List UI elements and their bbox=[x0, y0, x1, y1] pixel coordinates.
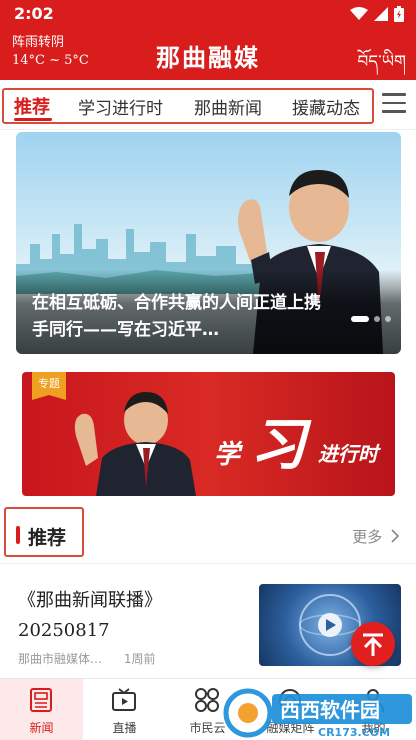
scroll-to-top-button[interactable] bbox=[351, 622, 395, 666]
app-title: 那曲融媒 bbox=[156, 44, 260, 72]
section-divider bbox=[0, 563, 416, 564]
battery-icon bbox=[394, 6, 404, 22]
newspaper-icon bbox=[30, 688, 52, 712]
app-header: 阵雨转阴 14°C ~ 5°C 那曲融媒 བོད་ཡིག bbox=[0, 28, 416, 80]
headline-carousel[interactable]: 在相互砥砺、合作共赢的人间正道上携手同行——写在习近平… bbox=[16, 132, 401, 354]
tab-recommend[interactable]: 推荐 bbox=[14, 93, 50, 119]
carousel-dot-active[interactable] bbox=[351, 316, 369, 322]
nav-news-label: 新闻 bbox=[29, 721, 54, 735]
channel-menu-button[interactable] bbox=[382, 93, 406, 115]
topic-logo-xue: 学 bbox=[214, 440, 241, 470]
signal-icon bbox=[374, 7, 388, 21]
menu-icon-bar bbox=[382, 101, 406, 104]
nav-live[interactable]: 直播 bbox=[83, 679, 166, 740]
special-topic-banner[interactable]: 专题 学 习 进行时 bbox=[22, 372, 395, 496]
carousel-dot[interactable] bbox=[374, 316, 380, 322]
topic-logo: 学 习 进行时 bbox=[214, 400, 384, 478]
nav-news[interactable]: 新闻 bbox=[0, 679, 83, 740]
wifi-icon bbox=[350, 7, 368, 20]
nav-live-label: 直播 bbox=[112, 721, 137, 735]
news-meta: 那曲市融媒体… 1周前 bbox=[18, 650, 155, 667]
carousel-indicator bbox=[351, 316, 391, 322]
category-tab-bar: 推荐 学习进行时 那曲新闻 援藏动态 bbox=[0, 80, 416, 130]
news-time: 1周前 bbox=[123, 652, 156, 666]
carousel-dot[interactable] bbox=[385, 316, 391, 322]
tab-study[interactable]: 学习进行时 bbox=[78, 94, 163, 119]
watermark-domain: CR173.COM bbox=[318, 726, 390, 739]
news-title[interactable]: 《那曲新闻联播》20250817 bbox=[18, 586, 238, 646]
watermark-brand: 西西软件园 bbox=[280, 698, 380, 722]
status-bar: 2:02 bbox=[0, 0, 416, 28]
menu-icon-bar bbox=[382, 110, 406, 113]
section-title: 推荐 bbox=[28, 527, 67, 549]
chevron-right-icon bbox=[391, 529, 400, 543]
topic-logo-rest: 进行时 bbox=[318, 442, 378, 466]
active-tab-indicator bbox=[14, 118, 52, 121]
menu-icon-bar bbox=[382, 93, 406, 96]
more-label: 更多 bbox=[352, 528, 383, 546]
arrow-up-icon bbox=[363, 633, 383, 656]
banner-headline[interactable]: 在相互砥砺、合作共赢的人间正道上携手同行——写在习近平… bbox=[32, 290, 332, 344]
tv-play-icon bbox=[112, 688, 136, 711]
status-icons bbox=[350, 6, 404, 22]
cloud-grid-icon bbox=[195, 688, 219, 712]
news-source: 那曲市融媒体… bbox=[18, 652, 103, 666]
tab-aid-tibet[interactable]: 援藏动态 bbox=[292, 94, 360, 119]
site-watermark-logo: 西西软件园 CR173.COM bbox=[223, 688, 412, 739]
topic-logo-xi: 习 bbox=[250, 412, 306, 478]
more-link[interactable]: 更多 bbox=[352, 526, 400, 547]
section-accent-mark bbox=[16, 526, 20, 544]
topic-portrait-illustration bbox=[74, 392, 196, 496]
topic-badge: 专题 bbox=[32, 372, 66, 400]
status-time: 2:02 bbox=[14, 4, 54, 23]
tab-naqu-news[interactable]: 那曲新闻 bbox=[194, 94, 262, 119]
